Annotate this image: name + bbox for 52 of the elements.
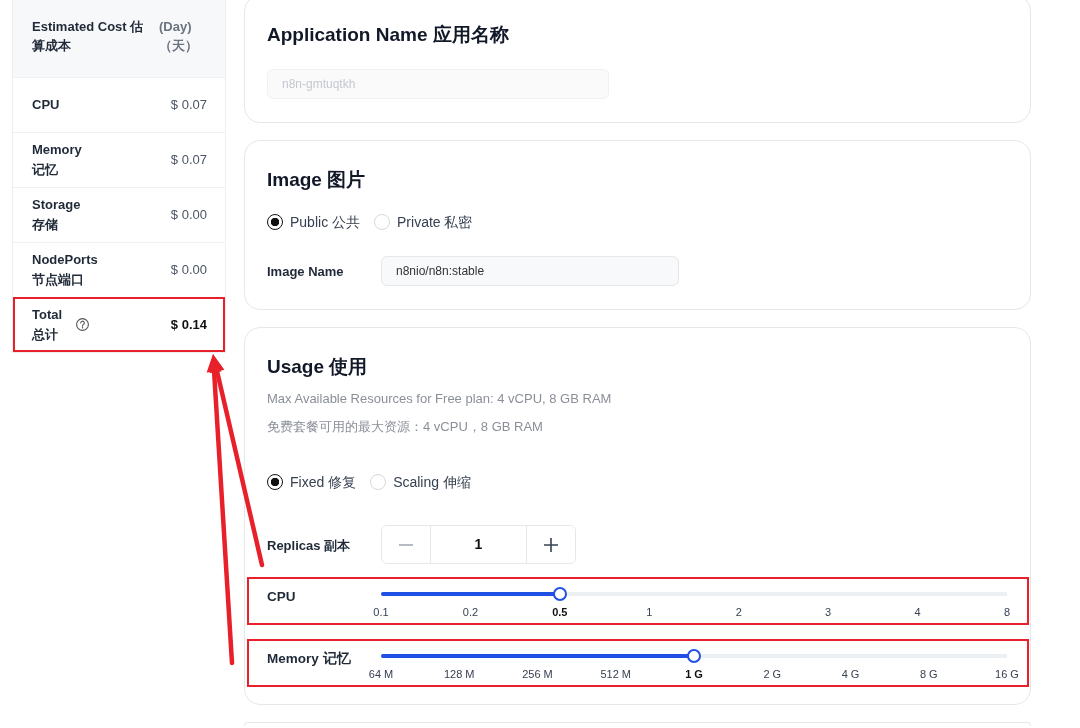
- tick-label: 0.2: [462, 606, 479, 619]
- tick-label: 4: [914, 606, 921, 619]
- radio-label[interactable]: Private 私密: [397, 212, 473, 232]
- cost-unit-label: (Day)（天）: [159, 18, 199, 55]
- tick-label: 512 M: [600, 668, 632, 681]
- radio-label[interactable]: Public 公共: [290, 212, 361, 232]
- tick-label: 8: [1003, 606, 1011, 619]
- tick-label: 8 G: [919, 668, 938, 681]
- slider-thumb[interactable]: [687, 649, 701, 663]
- plus-icon: [544, 537, 558, 552]
- tick-label: 16 G: [995, 668, 1019, 681]
- help-icon: [76, 318, 90, 331]
- usage-note: Max Available Resources for Free plan: 4 vCPU, 8 GB RAM: [267, 390, 613, 408]
- usage-note: 免费套餐可用的最大资源：4 vCPU，8 GB RAM: [267, 418, 544, 436]
- cost-value: $ 0.00: [170, 206, 207, 225]
- field-label: Replicas 副本: [267, 537, 351, 553]
- replicas-input[interactable]: 1: [430, 526, 527, 563]
- tick-label: 2 G: [763, 668, 782, 681]
- cost-value: $ 0.00: [170, 261, 207, 280]
- cost-label: CPU: [32, 96, 60, 114]
- image-name-input[interactable]: n8nio/n8n:stable: [381, 256, 679, 286]
- radio-button[interactable]: [267, 474, 283, 490]
- cost-value: $ 0.07: [170, 96, 207, 115]
- tick-label: 0.1: [373, 606, 389, 619]
- total-value: $ 0.14: [170, 315, 207, 334]
- tick-label: 1: [646, 606, 653, 619]
- tick-label: 2: [735, 606, 742, 619]
- slider-label: Memory 记忆: [267, 650, 351, 668]
- radio-label[interactable]: Scaling 伸缩: [393, 472, 471, 492]
- cost-value: $ 0.07: [170, 151, 207, 170]
- section-title: Image 图片: [267, 168, 367, 192]
- cost-header-title: Estimated Cost 估算成本: [32, 18, 145, 55]
- field-label: Image Name: [267, 264, 344, 279]
- replicas-stepper[interactable]: 1: [381, 525, 576, 564]
- tick-label: 256 M: [522, 668, 553, 681]
- tick-label: 64 M: [368, 668, 394, 681]
- tick-label: 0.5: [552, 606, 568, 619]
- cost-label: Storage 存储: [32, 196, 81, 234]
- tick-label: 128 M: [443, 668, 475, 681]
- tick-label: 1 G: [685, 668, 703, 681]
- slider-thumb[interactable]: [552, 587, 567, 601]
- radio-button[interactable]: [267, 214, 283, 230]
- radio-label[interactable]: Fixed 修复: [290, 472, 357, 492]
- section-title: Application Name 应用名称: [267, 23, 510, 47]
- slider-label: CPU: [267, 588, 296, 606]
- section-title: Usage 使用: [267, 355, 369, 379]
- total-label: Total 总计: [32, 305, 63, 344]
- tick-label: 3: [825, 606, 832, 619]
- cost-label: Memory 记忆: [32, 141, 82, 179]
- minus-icon: [399, 543, 413, 546]
- cost-label: NodePorts 节点端口: [32, 251, 98, 289]
- tick-label: 4 G: [841, 668, 860, 681]
